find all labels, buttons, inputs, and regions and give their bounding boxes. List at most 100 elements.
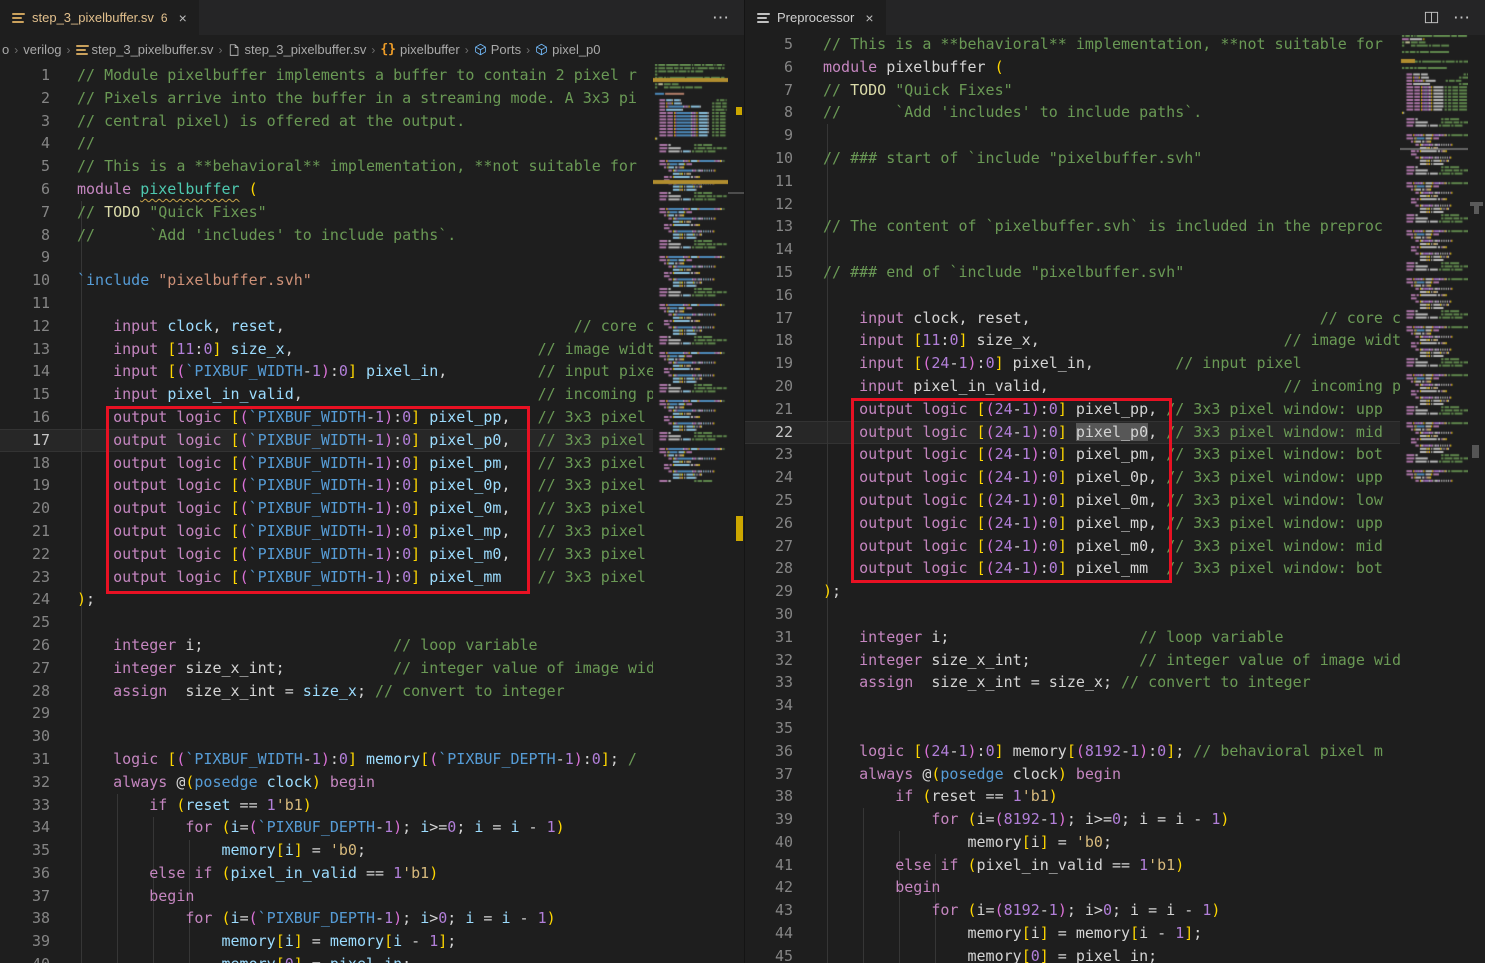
code-line: output logic [(`PIXBUF_WIDTH-1):0] pixel… — [0, 406, 653, 429]
more-actions-icon[interactable]: ⋯ — [712, 8, 730, 28]
code-line: output logic [(`PIXBUF_WIDTH-1):0] pixel… — [0, 497, 653, 520]
code-line — [0, 611, 653, 634]
code-line — [0, 246, 653, 269]
code-line: input clock, reset, // core c — [745, 307, 1400, 330]
code-area[interactable]: // This is a **behavioral** implementati… — [745, 35, 1400, 963]
code-line: // This is a **behavioral** implementati… — [745, 35, 1400, 56]
document-icon — [757, 13, 770, 23]
code-line: output logic [(24-1):0] pixel_mm // 3x3 … — [745, 557, 1400, 580]
code-line: else if (pixel_in_valid == 1'b1) — [745, 854, 1400, 877]
code-line: memory[i] = 'b0; — [0, 839, 653, 862]
overview-warning-marker — [736, 107, 742, 115]
split-editor-icon[interactable] — [1424, 10, 1439, 25]
breadcrumb-separator: › — [14, 43, 18, 57]
breadcrumb-item-step_3_pixelbuffer-sv[interactable]: step_3_pixelbuffer.sv — [76, 42, 214, 57]
code-line: // Pixels arrive into the buffer in a st… — [0, 87, 653, 110]
tab-label: step_3_pixelbuffer.sv — [32, 10, 154, 25]
tab-preprocessor[interactable]: Preprocessor × — [745, 0, 886, 35]
code-line: // ### end of `include "pixelbuffer.svh" — [745, 261, 1400, 284]
code-line: // `Add 'includes' to include paths`. — [0, 224, 653, 247]
code-line — [745, 238, 1400, 261]
tab-actions-left: ⋯ — [698, 0, 744, 35]
breadcrumb-item-pixel_p0[interactable]: pixel_p0 — [535, 42, 600, 57]
code-line: assign size_x_int = size_x; // convert t… — [745, 671, 1400, 694]
code-line — [745, 603, 1400, 626]
code-line: for (i=(8192-1); i>=0; i = i - 1) — [745, 808, 1400, 831]
code-line: output logic [(24-1):0] pixel_m0, // 3x3… — [745, 535, 1400, 558]
code-line: input clock, reset, // core c — [0, 315, 653, 338]
code-line: output logic [(24-1):0] pixel_0p, // 3x3… — [745, 466, 1400, 489]
overview-ruler — [1468, 35, 1485, 963]
code-line — [745, 193, 1400, 216]
overview-marker — [728, 192, 744, 194]
code-line: integer size_x_int; // integer value of … — [745, 649, 1400, 672]
tab-actions-right: ⋯ — [1410, 0, 1485, 35]
code-line: input pixel_in_valid, // incoming p — [0, 383, 653, 406]
minimap[interactable] — [1400, 35, 1468, 963]
code-line: output logic [(`PIXBUF_WIDTH-1):0] pixel… — [0, 429, 653, 452]
breadcrumb-separator: › — [67, 43, 71, 57]
code-line: // `Add 'includes' to include paths`. — [745, 101, 1400, 124]
tabbar-right: Preprocessor × ⋯ — [745, 0, 1485, 35]
breadcrumb-separator: › — [465, 43, 469, 57]
code-line: // TODO "Quick Fixes" — [745, 79, 1400, 102]
code-line — [745, 694, 1400, 717]
code-line: // — [0, 132, 653, 155]
breadcrumb-separator: › — [371, 43, 375, 57]
editor-left[interactable]: 1234567891011121314151617181920212223242… — [0, 64, 744, 963]
code-line: for (i=(8192-1); i>0; i = i - 1) — [745, 899, 1400, 922]
code-line: output logic [(`PIXBUF_WIDTH-1):0] pixel… — [0, 474, 653, 497]
code-line: always @(posedge clock) begin — [0, 771, 653, 794]
code-line — [745, 717, 1400, 740]
code-area[interactable]: // Module pixelbuffer implements a buffe… — [0, 64, 653, 963]
code-line: output logic [(24-1):0] pixel_mp, // 3x3… — [745, 512, 1400, 535]
code-line: integer size_x_int; // integer value of … — [0, 657, 653, 680]
code-line: module pixelbuffer ( — [745, 56, 1400, 79]
tab-step_3_pixelbuffer[interactable]: step_3_pixelbuffer.sv 6 × — [0, 0, 199, 35]
code-line: memory[i] = memory[i - 1]; — [0, 930, 653, 953]
code-line: memory[i] = memory[i - 1]; — [745, 922, 1400, 945]
code-line: // ### start of `include "pixelbuffer.sv… — [745, 147, 1400, 170]
code-line: input pixel_in_valid, // incoming p — [745, 375, 1400, 398]
breadcrumb: o › verilog › step_3_pixelbuffer.sv › step_3_p… — [0, 35, 744, 64]
minimap[interactable] — [653, 64, 728, 963]
code-line: begin — [745, 876, 1400, 899]
code-line: output logic [(`PIXBUF_WIDTH-1):0] pixel… — [0, 452, 653, 475]
code-line: integer i; // loop variable — [745, 626, 1400, 649]
code-line: output logic [(24-1):0] pixel_pm, // 3x3… — [745, 443, 1400, 466]
code-line: // The content of `pixelbuffer.svh` is i… — [745, 215, 1400, 238]
code-line: memory[0] = pixel_in; — [745, 945, 1400, 963]
overview-warning-marker — [736, 516, 743, 541]
code-line: input [(24-1):0] pixel_in, // input pixe… — [745, 352, 1400, 375]
systemverilog-file-icon — [12, 13, 25, 23]
code-line: output logic [(24-1):0] pixel_pp, // 3x3… — [745, 398, 1400, 421]
code-line: // central pixel) is offered at the outp… — [0, 110, 653, 133]
code-line: ); — [745, 580, 1400, 603]
code-line: output logic [(24-1):0] pixel_p0, // 3x3… — [745, 421, 1400, 444]
breadcrumb-item-step_3_pixelbuffer-sv[interactable]: step_3_pixelbuffer.sv — [227, 42, 366, 57]
scrollbar-marker[interactable] — [1474, 206, 1479, 214]
code-line: output logic [(`PIXBUF_WIDTH-1):0] pixel… — [0, 543, 653, 566]
close-icon[interactable]: × — [179, 10, 187, 26]
code-line: else if (pixel_in_valid == 1'b1) — [0, 862, 653, 885]
breadcrumb-item-ports[interactable]: Ports — [474, 42, 521, 57]
editor-group-left: step_3_pixelbuffer.sv 6 × ⋯ o › verilog › st… — [0, 0, 744, 963]
overview-ruler — [728, 64, 744, 963]
editor-right[interactable]: 5678910111213141516171819202122232425262… — [745, 35, 1485, 963]
code-line — [745, 170, 1400, 193]
close-icon[interactable]: × — [865, 10, 873, 26]
code-line: for (i=(`PIXBUF_DEPTH-1); i>=0; i = i - … — [0, 816, 653, 839]
breadcrumb-item-verilog[interactable]: verilog — [23, 42, 61, 57]
code-line: input [11:0] size_x, // image widt — [745, 329, 1400, 352]
breadcrumb-item-o[interactable]: o — [2, 42, 9, 57]
breadcrumb-item-pixelbuffer[interactable]: {}pixelbuffer — [380, 42, 459, 57]
code-line — [0, 702, 653, 725]
code-line — [745, 284, 1400, 307]
code-line — [745, 124, 1400, 147]
code-line: begin — [0, 885, 653, 908]
code-line: module pixelbuffer ( — [0, 178, 653, 201]
code-line: integer i; // loop variable — [0, 634, 653, 657]
code-line: // This is a **behavioral** implementati… — [0, 155, 653, 178]
code-line: if (reset == 1'b1) — [745, 785, 1400, 808]
more-actions-icon[interactable]: ⋯ — [1453, 8, 1471, 28]
